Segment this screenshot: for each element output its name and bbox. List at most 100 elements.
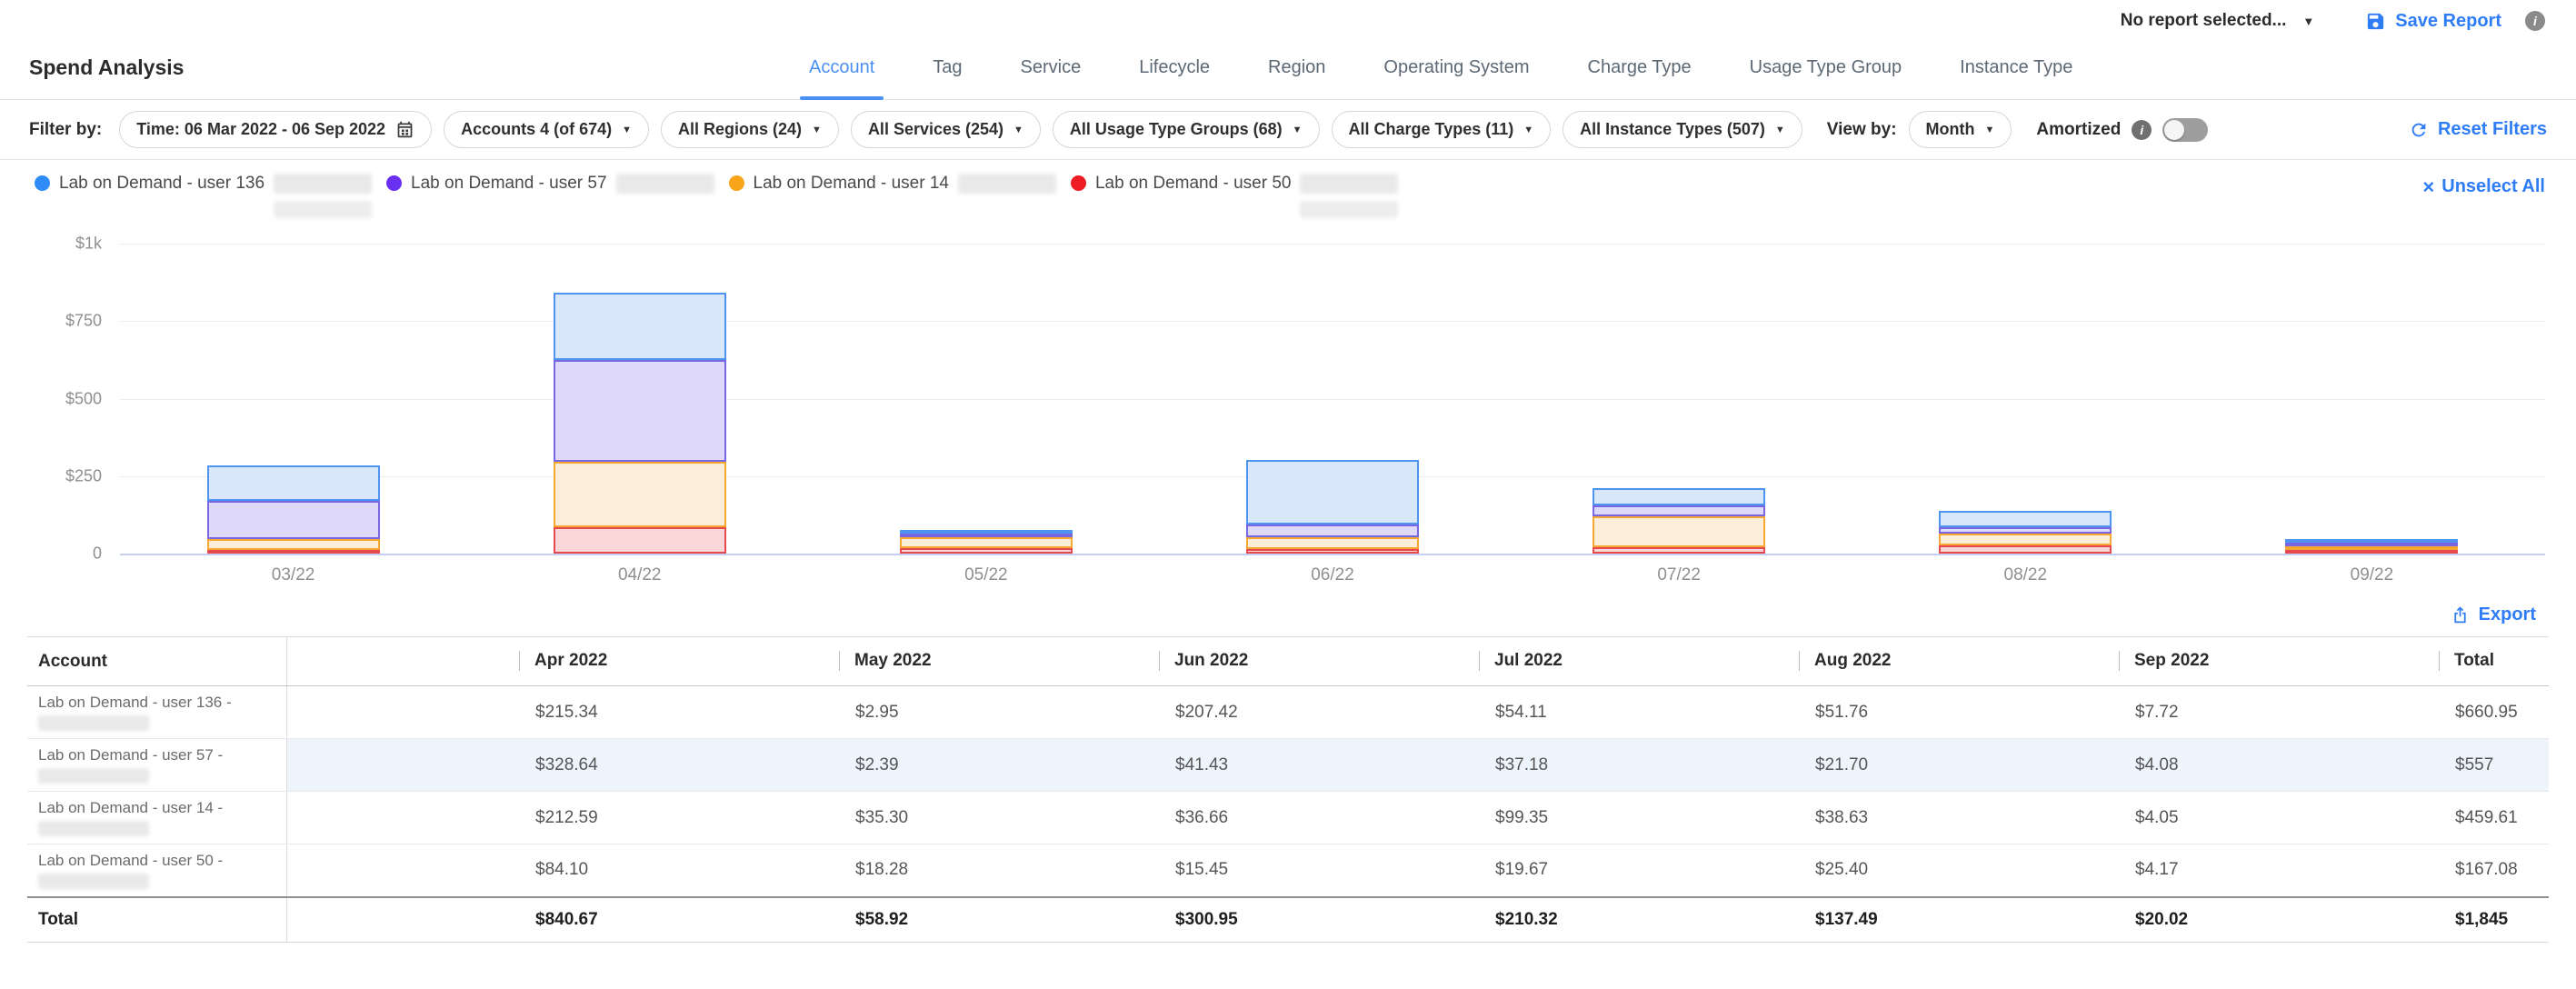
column-divider (839, 651, 840, 671)
bar-segment-lab-on-demand-user-136[interactable] (207, 465, 380, 502)
bar-segment-lab-on-demand-user-57[interactable] (1939, 527, 2112, 534)
value-cell-jul-2022: $54.11 (1479, 686, 1799, 739)
reset-filters-button[interactable]: Reset Filters (2409, 119, 2547, 140)
view-by-dropdown[interactable]: Month ▼ (1909, 111, 2012, 148)
bar-segment-lab-on-demand-user-136[interactable] (554, 293, 726, 359)
bar-segment-lab-on-demand-user-57[interactable] (1246, 524, 1419, 537)
bar-group-04-22[interactable] (466, 244, 813, 554)
bar-segment-lab-on-demand-user-50[interactable] (207, 550, 380, 554)
legend-item-lab-on-demand-user-57[interactable]: Lab on Demand - user 57 (386, 173, 714, 225)
value-cell-may-2022: $2.95 (839, 686, 1159, 739)
account-cell: Lab on Demand - user 14 - (27, 792, 286, 844)
tab-account[interactable]: Account (807, 36, 876, 99)
filter-by-label: Filter by: (29, 120, 102, 140)
column-divider (1479, 651, 1480, 671)
column-header-label: Apr 2022 (534, 652, 607, 671)
filter-pill-all-usage-type-groups[interactable]: All Usage Type Groups (68)▼ (1053, 111, 1320, 148)
close-icon: × (2422, 178, 2434, 196)
view-by-value: Month (1926, 120, 1975, 139)
bar-group-07-22[interactable] (1506, 244, 1852, 554)
gridline (120, 554, 2545, 555)
bar-segment-lab-on-demand-user-14[interactable] (900, 537, 1073, 548)
bar-slots (120, 244, 2545, 554)
bar-segment-lab-on-demand-user-14[interactable] (1939, 534, 2112, 545)
column-header-label: Total (2454, 652, 2494, 671)
bar-segment-lab-on-demand-user-50[interactable] (554, 527, 726, 554)
filter-pill-label: All Regions (24) (678, 120, 802, 139)
bar-group-09-22[interactable] (2199, 244, 2545, 554)
bar-segment-lab-on-demand-user-136[interactable] (1246, 460, 1419, 524)
spacer-cell (286, 739, 519, 792)
value-cell-sep-2022: $4.08 (2119, 739, 2439, 792)
legend-item-lab-on-demand-user-14[interactable]: Lab on Demand - user 14 (729, 173, 1056, 225)
table-row-lab-on-demand-user-136[interactable]: Lab on Demand - user 136 -$215.34$2.95$2… (27, 686, 2549, 739)
unselect-all-label: Unselect All (2441, 176, 2545, 197)
table-row-lab-on-demand-user-50[interactable]: Lab on Demand - user 50 -$84.10$18.28$15… (27, 844, 2549, 897)
bar-segment-lab-on-demand-user-14[interactable] (1593, 516, 1765, 547)
total-value-cell-total: $1,845 (2439, 897, 2549, 943)
legend-item-lab-on-demand-user-136[interactable]: Lab on Demand - user 136 (35, 173, 372, 225)
spend-table: AccountApr 2022May 2022Jun 2022Jul 2022A… (27, 636, 2549, 943)
value-cell-may-2022: $18.28 (839, 844, 1159, 897)
bar-segment-lab-on-demand-user-50[interactable] (1593, 547, 1765, 554)
unselect-all-button[interactable]: × Unselect All (2422, 176, 2545, 197)
filter-pill-label: Time: 06 Mar 2022 - 06 Sep 2022 (136, 120, 385, 139)
bar-group-03-22[interactable] (120, 244, 466, 554)
filter-pill-all-regions[interactable]: All Regions (24)▼ (661, 111, 839, 148)
info-icon[interactable]: i (2525, 11, 2545, 31)
tab-service[interactable]: Service (1019, 36, 1083, 99)
bar-segment-lab-on-demand-user-50[interactable] (900, 548, 1073, 554)
stacked-bar (207, 465, 380, 554)
redacted-text (274, 201, 372, 218)
bar-segment-lab-on-demand-user-136[interactable] (1939, 511, 2112, 527)
filter-pill-all-charge-types[interactable]: All Charge Types (11)▼ (1332, 111, 1552, 148)
filter-pill-accounts-4[interactable]: Accounts 4 (of 674)▼ (444, 111, 649, 148)
filter-pill-all-services[interactable]: All Services (254)▼ (851, 111, 1041, 148)
table-row-lab-on-demand-user-57[interactable]: Lab on Demand - user 57 -$328.64$2.39$41… (27, 739, 2549, 792)
export-icon (2451, 605, 2470, 624)
value-cell-aug-2022: $21.70 (1799, 739, 2119, 792)
legend-dot-icon (35, 175, 50, 191)
column-header-label: Sep 2022 (2134, 652, 2209, 671)
amortized-info-icon[interactable]: i (2132, 120, 2152, 140)
legend-item-lab-on-demand-user-50[interactable]: Lab on Demand - user 50 (1071, 173, 1398, 225)
tab-charge-type[interactable]: Charge Type (1586, 36, 1693, 99)
column-header-jul-2022: Jul 2022 (1479, 637, 1799, 686)
bar-segment-lab-on-demand-user-136[interactable] (1593, 488, 1765, 504)
bar-segment-lab-on-demand-user-50[interactable] (2285, 550, 2458, 554)
bar-group-05-22[interactable] (813, 244, 1159, 554)
amortized-control: Amortized i (2036, 118, 2208, 142)
column-header-sep-2022: Sep 2022 (2119, 637, 2439, 686)
stacked-bar (1246, 460, 1419, 554)
bar-segment-lab-on-demand-user-14[interactable] (554, 462, 726, 527)
bar-segment-lab-on-demand-user-57[interactable] (554, 360, 726, 462)
x-axis-label: 06/22 (1159, 565, 1505, 585)
value-cell-sep-2022: $4.05 (2119, 792, 2439, 844)
column-divider (2119, 651, 2120, 671)
filter-pill-time-06-mar-2022-06-sep-2022[interactable]: Time: 06 Mar 2022 - 06 Sep 2022 (119, 111, 432, 148)
bar-segment-lab-on-demand-user-50[interactable] (1939, 545, 2112, 554)
tab-region[interactable]: Region (1266, 36, 1327, 99)
tab-lifecycle[interactable]: Lifecycle (1137, 36, 1212, 99)
bar-segment-lab-on-demand-user-57[interactable] (1593, 505, 1765, 517)
tab-operating-system[interactable]: Operating System (1382, 36, 1531, 99)
export-button[interactable]: Export (2451, 604, 2536, 625)
header-row: Spend Analysis AccountTagServiceLifecycl… (0, 36, 2576, 100)
bar-segment-lab-on-demand-user-14[interactable] (207, 539, 380, 550)
bar-segment-lab-on-demand-user-14[interactable] (1246, 537, 1419, 549)
bar-segment-lab-on-demand-user-50[interactable] (1246, 549, 1419, 554)
bar-group-06-22[interactable] (1159, 244, 1505, 554)
x-axis-label: 05/22 (813, 565, 1159, 585)
save-report-button[interactable]: Save Report (2365, 11, 2501, 32)
table-row-lab-on-demand-user-14[interactable]: Lab on Demand - user 14 -$212.59$35.30$3… (27, 792, 2549, 844)
tab-tag[interactable]: Tag (931, 36, 964, 99)
tab-usage-type-group[interactable]: Usage Type Group (1748, 36, 1904, 99)
bar-group-08-22[interactable] (1852, 244, 2199, 554)
report-selector-dropdown[interactable]: No report selected... ▼ (2121, 11, 2315, 31)
tab-instance-type[interactable]: Instance Type (1958, 36, 2074, 99)
column-header-label: Jul 2022 (1494, 652, 1563, 671)
bar-segment-lab-on-demand-user-57[interactable] (207, 501, 380, 539)
amortized-toggle[interactable] (2162, 118, 2208, 142)
filter-pill-label: All Charge Types (11) (1349, 120, 1514, 139)
filter-pill-all-instance-types[interactable]: All Instance Types (507)▼ (1563, 111, 1802, 148)
